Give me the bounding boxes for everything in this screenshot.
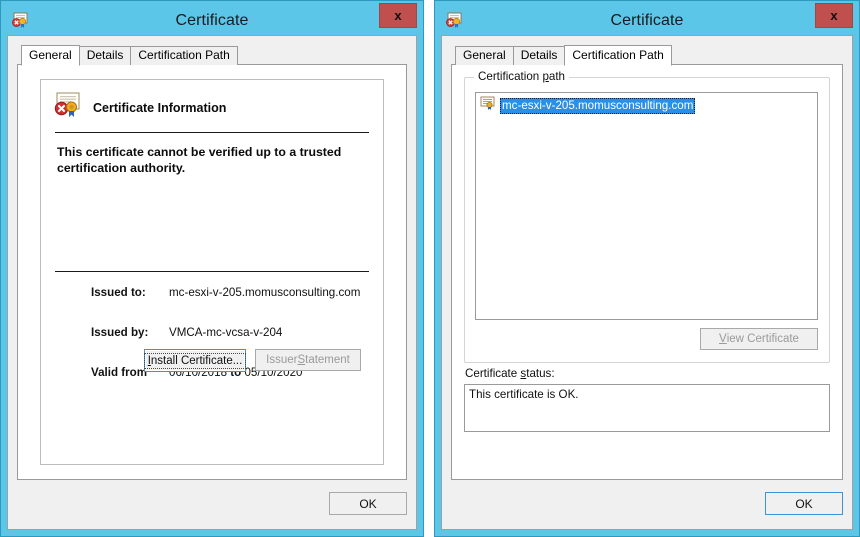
window-title: Certificate bbox=[610, 12, 684, 29]
issuer-statement-button[interactable]: Issuer Statement bbox=[255, 349, 361, 371]
general-button-row: Install Certificate... Issuer Statement bbox=[143, 349, 361, 372]
tree-item[interactable]: mc-esxi-v-205.momusconsulting.com bbox=[480, 96, 817, 115]
install-label-rest: nstall Certificate... bbox=[150, 354, 243, 367]
certificate-information-panel: Certificate Information This certificate… bbox=[40, 79, 384, 465]
close-button[interactable]: x bbox=[815, 3, 853, 28]
group-label-prefix: Certification bbox=[478, 70, 543, 83]
field-issued-to: Issued to: mc-esxi-v-205.momusconsulting… bbox=[91, 286, 383, 299]
certification-path-tree[interactable]: mc-esxi-v-205.momusconsulting.com bbox=[475, 92, 818, 320]
status-label-suffix: tatus: bbox=[526, 367, 555, 380]
divider-bottom bbox=[55, 271, 369, 272]
certificate-icon bbox=[11, 11, 29, 29]
divider-top bbox=[55, 132, 369, 133]
certificate-information-title: Certificate Information bbox=[93, 100, 227, 115]
certificate-badge-icon bbox=[53, 92, 83, 123]
tab-strip-right: General Details Certification Path bbox=[451, 44, 843, 66]
field-value-issued-by: VMCA-mc-vcsa-v-204 bbox=[169, 326, 283, 339]
view-certificate-button[interactable]: View Certificate bbox=[700, 328, 818, 350]
dialog-body-right: General Details Certification Path Certi… bbox=[441, 35, 853, 530]
field-label-issued-by: Issued by: bbox=[91, 326, 149, 339]
certification-path-group-label: Certification path bbox=[474, 70, 570, 83]
tab-certification-path[interactable]: Certification Path bbox=[564, 45, 672, 66]
certificate-window-general: Certificate x General Details Certificat… bbox=[0, 0, 424, 537]
tree-item-label: mc-esxi-v-205.momusconsulting.com bbox=[500, 97, 696, 114]
ok-button[interactable]: OK bbox=[329, 492, 407, 515]
certificate-status-label: Certificate status: bbox=[465, 367, 555, 380]
tab-page-certification-path: Certification path mc-esxi-v-205.momusco… bbox=[451, 64, 843, 480]
tab-general[interactable]: General bbox=[455, 46, 514, 65]
footer-left: OK bbox=[17, 480, 407, 520]
certificate-window-path: Certificate x General Details Certificat… bbox=[434, 0, 860, 537]
ok-button[interactable]: OK bbox=[765, 492, 843, 515]
certificate-small-icon bbox=[480, 96, 496, 115]
window-title: Certificate bbox=[175, 12, 249, 29]
field-value-issued-to: mc-esxi-v-205.momusconsulting.com bbox=[169, 286, 361, 299]
certificate-information-header: Certificate Information bbox=[41, 80, 383, 123]
issuer-accel: S bbox=[297, 354, 306, 366]
issuer-label-prefix: Issuer bbox=[266, 354, 298, 366]
certification-path-group: Certification path mc-esxi-v-205.momusco… bbox=[464, 70, 830, 363]
tab-certification-path[interactable]: Certification Path bbox=[130, 46, 238, 65]
close-button[interactable]: x bbox=[379, 3, 417, 28]
certificate-status-box: This certificate is OK. bbox=[464, 384, 830, 432]
dialog-body-left: General Details Certification Path Certi… bbox=[7, 35, 417, 530]
status-label-prefix: Certificate bbox=[465, 367, 521, 380]
tab-details[interactable]: Details bbox=[78, 46, 132, 65]
footer-right: OK bbox=[451, 480, 843, 520]
view-label-rest: iew Certificate bbox=[726, 333, 799, 345]
field-issued-by: Issued by: VMCA-mc-vcsa-v-204 bbox=[91, 326, 383, 339]
title-bar-right[interactable]: Certificate x bbox=[441, 3, 853, 35]
certificate-status-message: This certificate cannot be verified up t… bbox=[57, 145, 342, 175]
group-label-suffix: ath bbox=[548, 70, 566, 83]
tab-strip-left: General Details Certification Path bbox=[17, 44, 407, 66]
tab-general[interactable]: General bbox=[21, 45, 80, 66]
tab-details[interactable]: Details bbox=[512, 46, 566, 65]
certification-path-content: Certification path mc-esxi-v-205.momusco… bbox=[464, 70, 830, 467]
certificate-status-text: This certificate is OK. bbox=[469, 388, 579, 401]
screen: Certificate x General Details Certificat… bbox=[0, 0, 860, 537]
issuer-label-suffix: tatement bbox=[305, 354, 350, 366]
field-label-issued-to: Issued to: bbox=[91, 286, 146, 299]
view-accel: V bbox=[719, 333, 727, 345]
title-bar-left[interactable]: Certificate x bbox=[7, 3, 417, 35]
certificate-icon bbox=[445, 11, 463, 29]
install-certificate-button[interactable]: Install Certificate... bbox=[143, 349, 247, 372]
tab-page-general: Certificate Information This certificate… bbox=[17, 64, 407, 480]
